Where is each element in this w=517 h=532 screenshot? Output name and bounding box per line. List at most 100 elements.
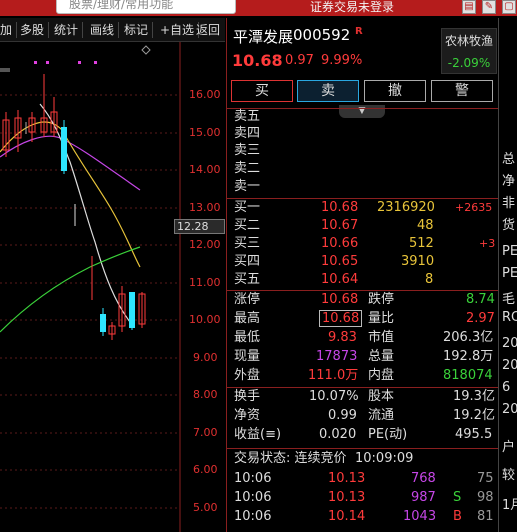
right-col-text: PE	[502, 244, 517, 259]
ask-label: 卖二	[234, 161, 261, 176]
tick-row: 10:06 10.13 987 S 98	[227, 489, 499, 506]
tick-volume: 987	[411, 490, 436, 505]
y-tick: 16.00	[189, 88, 221, 101]
tick-price: 10.14	[328, 509, 366, 524]
current-volume-value: 17873	[316, 349, 358, 364]
stat-label: 总量	[368, 349, 395, 364]
tick-time: 10:06	[234, 490, 272, 505]
stat-label: 现量	[234, 349, 261, 364]
stat-label: 最高	[234, 311, 261, 326]
toolbar-back[interactable]: 返回	[192, 22, 224, 38]
bid-volume: 3910	[401, 254, 435, 269]
cancel-button[interactable]: 撤	[364, 80, 426, 102]
high-value: 10.68	[319, 310, 363, 327]
search-input[interactable]: 股票/理财/常用功能	[56, 0, 236, 14]
stats-row: 现量 17873 总量 192.8万	[227, 348, 499, 365]
stat-label: 最低	[234, 330, 261, 345]
sector-box[interactable]: 农林牧渔 -2.09%	[441, 28, 497, 74]
edit-icon[interactable]: ✎	[482, 0, 496, 14]
sell-button[interactable]: 卖	[297, 80, 359, 102]
kline-chart[interactable]: 16.00 15.00 14.00 13.00 12.00 11.00 10.0…	[0, 42, 225, 532]
stat-label: PE(动)	[368, 427, 408, 442]
total-volume-value: 192.8万	[443, 349, 494, 364]
y-tick: 13.00	[189, 201, 221, 214]
quote-panel: 平潭发展 000592 R 10.68 0.97 9.99% 农林牧渔 -2.0…	[226, 18, 499, 532]
nav-value: 0.99	[328, 408, 357, 423]
tick-count: 81	[477, 509, 494, 524]
limit-down-value: 8.74	[466, 292, 495, 307]
bid-label: 买一	[234, 200, 261, 215]
login-status[interactable]: 证券交易未登录	[310, 0, 394, 15]
toolbar-add[interactable]: 加	[0, 22, 18, 38]
toolbar-stats[interactable]: 统计	[50, 22, 84, 38]
y-tick: 6.00	[193, 463, 218, 476]
equity-value: 19.3亿	[453, 389, 495, 404]
toolbar-multi-stock[interactable]: 多股	[16, 22, 50, 38]
right-col-text: 20	[502, 358, 517, 373]
tick-price: 10.13	[328, 490, 366, 505]
y-tick: 5.00	[193, 501, 218, 514]
tick-time: 10:06	[234, 471, 272, 486]
bid-price: 10.64	[321, 272, 359, 287]
y-tick: 12.00	[189, 238, 221, 251]
toolbar-draw-line[interactable]: 画线	[86, 22, 120, 38]
stats-row: 最低 9.83 市值 206.3亿	[227, 329, 499, 346]
buy-button[interactable]: 买	[231, 80, 293, 102]
stat-label: 收益(≡)	[234, 427, 282, 442]
stat-label: 市值	[368, 330, 395, 345]
stock-badge: R	[355, 26, 363, 37]
bid-row[interactable]: 买一 10.68 2316920 +2635	[227, 199, 499, 216]
ask-row: 卖三	[227, 142, 499, 159]
current-price-tag: 12.28	[174, 219, 225, 234]
stat-label: 股本	[368, 389, 395, 404]
trade-status-time: 10:09:09	[355, 451, 414, 466]
divider	[227, 448, 499, 449]
tick-side: S	[453, 490, 462, 505]
stats-row: 净资 0.99 流通 19.2亿	[227, 407, 499, 424]
bid-row[interactable]: 买三 10.66 512 +3	[227, 235, 499, 252]
bid-row[interactable]: 买五 10.64 8	[227, 271, 499, 288]
bid-price: 10.65	[321, 254, 359, 269]
bid-delta: +2635	[455, 201, 493, 214]
eps-value: 0.020	[319, 427, 357, 442]
tick-row: 10:06 10.13 768 75	[227, 470, 499, 487]
trade-status-row: 交易状态: 连续竞价 10:09:09	[227, 450, 499, 467]
y-tick: 15.00	[189, 126, 221, 139]
price-change: 0.97	[285, 53, 314, 68]
outer-volume-value: 111.0万	[308, 368, 359, 383]
market-cap-value: 206.3亿	[443, 330, 494, 345]
alert-button[interactable]: 警	[431, 80, 493, 102]
top-bar: 股票/理财/常用功能 证券交易未登录 ▤ ✎ ▢	[0, 0, 517, 16]
tick-count: 98	[477, 490, 494, 505]
right-col-text: 货	[502, 218, 516, 233]
tick-volume: 1043	[403, 509, 437, 524]
sector-name: 农林牧渔	[444, 34, 493, 48]
stat-label: 跌停	[368, 292, 395, 307]
chart-toolbar: 加 多股 统计 画线 标记 +自选 返回	[0, 18, 225, 42]
right-col-text: 总	[502, 152, 516, 167]
stats-row: 换手 10.07% 股本 19.3亿	[227, 388, 499, 405]
tick-count: 75	[477, 471, 494, 486]
toolbar-mark[interactable]: 标记	[120, 22, 154, 38]
ask-row: 卖四	[227, 125, 499, 142]
trade-status-label: 交易状态: 连续竞价	[234, 451, 347, 466]
bid-row[interactable]: 买二 10.67 48	[227, 217, 499, 234]
stats-row: 涨停 10.68 跌停 8.74	[227, 291, 499, 308]
bid-row[interactable]: 买四 10.65 3910	[227, 253, 499, 270]
right-col-text: 净	[502, 174, 516, 189]
right-info-column: 总 净 非 货 PE PE 毛 RO 20 20 6 20 户 较 1月	[498, 18, 517, 532]
stat-label: 涨停	[234, 292, 261, 307]
stat-label: 净资	[234, 408, 261, 423]
float-value: 19.2亿	[453, 408, 495, 423]
right-col-text: 较	[502, 468, 516, 483]
right-col-text: RO	[502, 310, 517, 325]
stat-label: 量比	[368, 311, 395, 326]
right-col-text: 20	[502, 402, 517, 417]
tick-volume: 768	[411, 471, 436, 486]
ask-label: 卖三	[234, 143, 261, 158]
trade-icon[interactable]: ▤	[462, 0, 476, 14]
window-icon[interactable]: ▢	[502, 0, 516, 14]
stats-row: 收益(≡) 0.020 PE(动) 495.5	[227, 426, 499, 443]
bid-label: 买五	[234, 272, 261, 287]
stat-label: 外盘	[234, 368, 261, 383]
